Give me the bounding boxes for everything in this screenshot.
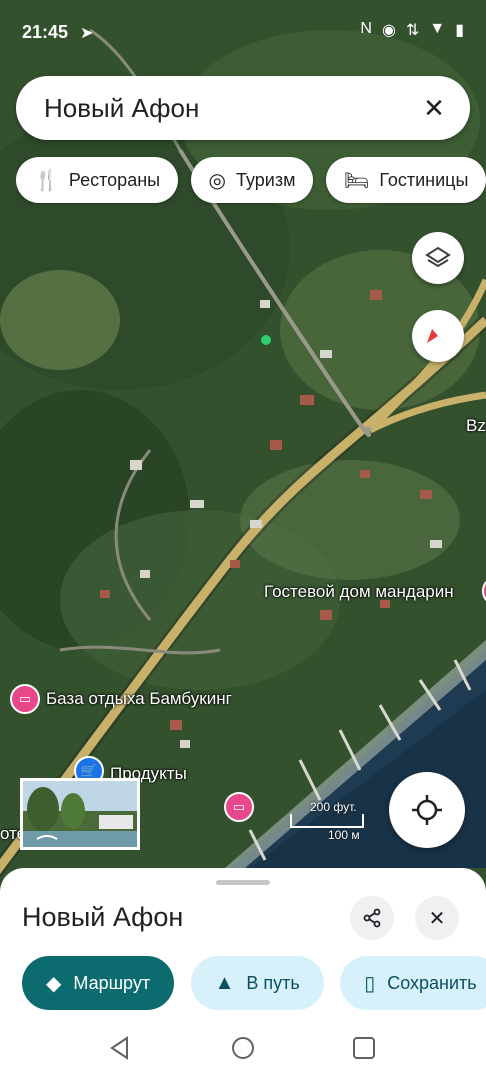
layers-button[interactable] [412, 232, 464, 284]
chip-tourism[interactable]: ◎ Туризм [190, 157, 314, 203]
navigation-status-icon: ➤ [80, 25, 94, 42]
save-button[interactable]: ▯ Сохранить [340, 956, 486, 1010]
action-buttons: ◆ Маршрут ▲ В путь ▯ Сохранить [22, 956, 486, 1010]
nfc-icon: N [360, 20, 372, 37]
home-icon [232, 1037, 254, 1059]
scale-feet: 200 фут. [310, 800, 357, 814]
location-icon: ◉ [381, 22, 396, 39]
action-label: Маршрут [73, 972, 151, 993]
search-query[interactable]: Новый Афон [44, 93, 199, 124]
street-view-thumbnail[interactable] [20, 778, 140, 850]
crosshair-icon [412, 795, 442, 825]
system-navigation-bar [0, 1016, 486, 1080]
battery-icon: ▮ [455, 22, 464, 39]
share-button[interactable] [350, 896, 394, 940]
camera-icon: ◎ [208, 169, 226, 192]
chip-label: Рестораны [68, 169, 161, 190]
chip-label: Туризм [236, 169, 296, 190]
start-button[interactable]: ▲ В путь [190, 956, 324, 1010]
place-title: Новый Афон [22, 902, 184, 932]
back-icon [110, 1036, 128, 1060]
my-location-button[interactable] [389, 772, 465, 848]
fork-knife-icon: 🍴 [34, 169, 59, 192]
map-label-bambooking[interactable]: База отдыха Бамбукинг [46, 689, 232, 709]
action-label: Сохранить [387, 972, 477, 993]
data-transfer-icon: ⇅ [405, 22, 420, 39]
street-view-image [23, 781, 137, 847]
map-label-guesthouse[interactable]: Гостевой дом мандарин [264, 582, 454, 602]
chip-hotels[interactable]: 🛏 Гостиницы [325, 157, 486, 203]
bookmark-icon: ▯ [364, 972, 376, 995]
hotel-pin-icon[interactable]: ▭ [224, 792, 254, 822]
chip-label: Гостиницы [379, 169, 469, 190]
map-scale: 200 фут. 100 м [284, 800, 364, 842]
close-sheet-button[interactable]: ✕ [415, 896, 459, 940]
navigation-arrow-icon: ▲ [214, 971, 235, 994]
bed-icon: 🛏 [343, 169, 370, 192]
action-label: В путь [246, 972, 300, 993]
close-icon[interactable]: ✕ [416, 90, 452, 126]
scale-bar [290, 814, 364, 828]
recents-button[interactable] [350, 1034, 378, 1062]
back-button[interactable] [106, 1034, 134, 1062]
chip-restaurants[interactable]: 🍴 Рестораны [16, 157, 179, 203]
status-icons: N ◉ ⇅ ▼ ▮ [360, 20, 464, 40]
compass-icon [427, 329, 449, 347]
share-icon [363, 908, 381, 928]
directions-button[interactable]: ◆ Маршрут [22, 956, 175, 1010]
search-bar[interactable]: Новый Афон ✕ [16, 76, 470, 140]
map-label-road-bz: Bz [466, 416, 486, 435]
home-button[interactable] [229, 1034, 257, 1062]
directions-icon: ◆ [46, 972, 62, 995]
compass-button[interactable] [412, 310, 464, 362]
scale-meters: 100 м [328, 828, 360, 842]
hotel-pin-icon[interactable]: ▭ [10, 684, 40, 714]
status-time: 21:45 [22, 22, 69, 42]
recents-icon [353, 1037, 375, 1059]
status-bar: 21:45 ➤ N ◉ ⇅ ▼ ▮ [0, 0, 486, 64]
layers-icon [425, 246, 451, 268]
close-icon: ✕ [428, 907, 446, 930]
category-chips: 🍴 Рестораны ◎ Туризм 🛏 Гостиницы [16, 157, 486, 205]
drag-handle[interactable] [216, 880, 270, 885]
wifi-icon: ▼ [429, 20, 446, 37]
